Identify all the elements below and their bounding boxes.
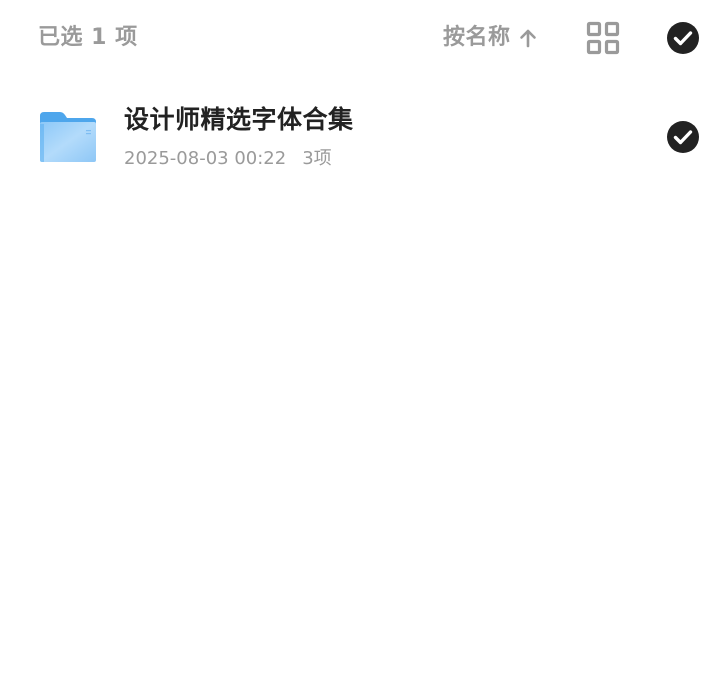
file-name: 设计师精选字体合集	[124, 105, 354, 134]
file-list: 设计师精选字体合集 2025-08-03 00:22 3项	[0, 90, 714, 186]
grid-view-toggle-button[interactable]	[586, 21, 620, 55]
file-item-count: 3项	[302, 148, 332, 169]
sort-by-name-button[interactable]: 按名称	[443, 20, 539, 56]
selected-count-label: 已选 1 项	[38, 25, 138, 50]
arrow-up-icon	[519, 29, 536, 48]
select-all-checkbox[interactable]	[666, 21, 700, 55]
selection-toolbar: 已选 1 项 按名称	[0, 0, 714, 76]
file-selection-screen: 已选 1 项 按名称 设计师精选字体合集 2025-08-03 00:22 3项	[0, 0, 714, 691]
sort-label: 按名称	[443, 25, 511, 50]
grid-view-icon	[586, 21, 620, 55]
file-meta: 2025-08-03 00:22 3项	[124, 146, 332, 172]
file-select-checkbox[interactable]	[666, 120, 700, 154]
folder-icon	[40, 112, 96, 162]
file-list-item[interactable]: 设计师精选字体合集 2025-08-03 00:22 3项	[0, 90, 714, 186]
file-date: 2025-08-03 00:22	[124, 148, 287, 169]
check-circle-icon	[667, 22, 699, 54]
check-circle-icon	[667, 121, 699, 153]
